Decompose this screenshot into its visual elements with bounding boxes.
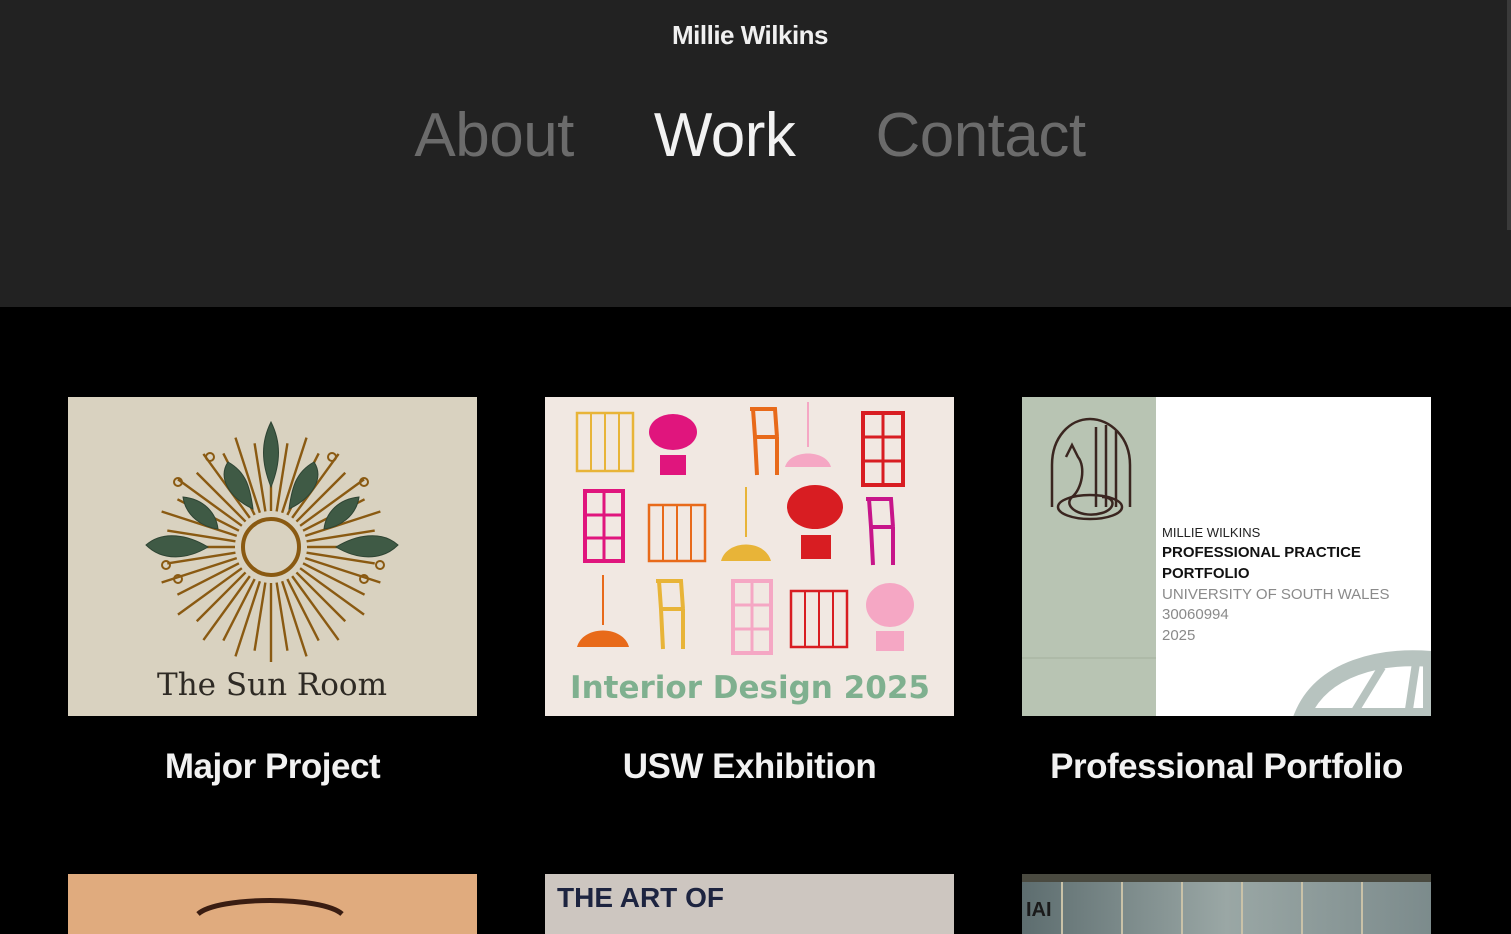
- project-thumbnail[interactable]: The Sun Room: [68, 397, 477, 716]
- nav-contact[interactable]: Contact: [875, 100, 1086, 171]
- interior-design-poster-image: Interior Design 2025: [545, 397, 954, 716]
- site-header: Millie Wilkins About Work Contact: [0, 0, 1511, 307]
- portfolio-cover-image: MILLIE WILKINS PROFESSIONAL PRACTICE POR…: [1022, 397, 1431, 716]
- thumb-caption: The Sun Room: [157, 667, 387, 703]
- project-title[interactable]: USW Exhibition: [545, 747, 954, 787]
- project-6-image: IAI: [1022, 874, 1431, 934]
- project-title[interactable]: Major Project: [68, 747, 477, 787]
- thumb-line: UNIVERSITY OF SOUTH WALES: [1162, 586, 1390, 603]
- project-thumbnail[interactable]: Interior Design 2025: [545, 397, 954, 716]
- thumb-caption: IAI: [1026, 899, 1052, 921]
- project-card-4[interactable]: [68, 874, 477, 934]
- project-thumbnail[interactable]: MILLIE WILKINS PROFESSIONAL PRACTICE POR…: [1022, 397, 1431, 716]
- site-name[interactable]: Millie Wilkins: [0, 20, 1500, 51]
- thumb-line: 2025: [1162, 627, 1195, 644]
- project-4-image: [68, 874, 477, 934]
- sun-room-logo-image: The Sun Room: [68, 397, 477, 716]
- nav-work[interactable]: Work: [654, 100, 796, 171]
- thumb-line: PROFESSIONAL PRACTICE: [1162, 544, 1361, 561]
- thumb-line: MILLIE WILKINS: [1162, 525, 1261, 540]
- project-thumbnail[interactable]: IAI: [1022, 874, 1431, 934]
- project-card-major-project[interactable]: The Sun Room Major Project: [68, 397, 477, 786]
- project-card-6[interactable]: IAI: [1022, 874, 1431, 934]
- thumb-caption: Interior Design 2025: [570, 670, 930, 706]
- thumb-caption: THE ART OF: [557, 882, 724, 913]
- project-card-professional-portfolio[interactable]: MILLIE WILKINS PROFESSIONAL PRACTICE POR…: [1022, 397, 1431, 786]
- nav-about[interactable]: About: [414, 100, 574, 171]
- project-title[interactable]: Professional Portfolio: [1022, 747, 1431, 787]
- project-thumbnail[interactable]: THE ART OF: [545, 874, 954, 934]
- project-thumbnail[interactable]: [68, 874, 477, 934]
- project-card-5[interactable]: THE ART OF: [545, 874, 954, 934]
- project-card-usw-exhibition[interactable]: Interior Design 2025 USW Exhibition: [545, 397, 954, 786]
- thumb-line: 30060994: [1162, 606, 1229, 623]
- thumb-line: PORTFOLIO: [1162, 565, 1250, 582]
- main-nav: About Work Contact: [0, 100, 1500, 171]
- project-5-image: THE ART OF: [545, 874, 954, 934]
- scrollbar[interactable]: [1507, 0, 1511, 230]
